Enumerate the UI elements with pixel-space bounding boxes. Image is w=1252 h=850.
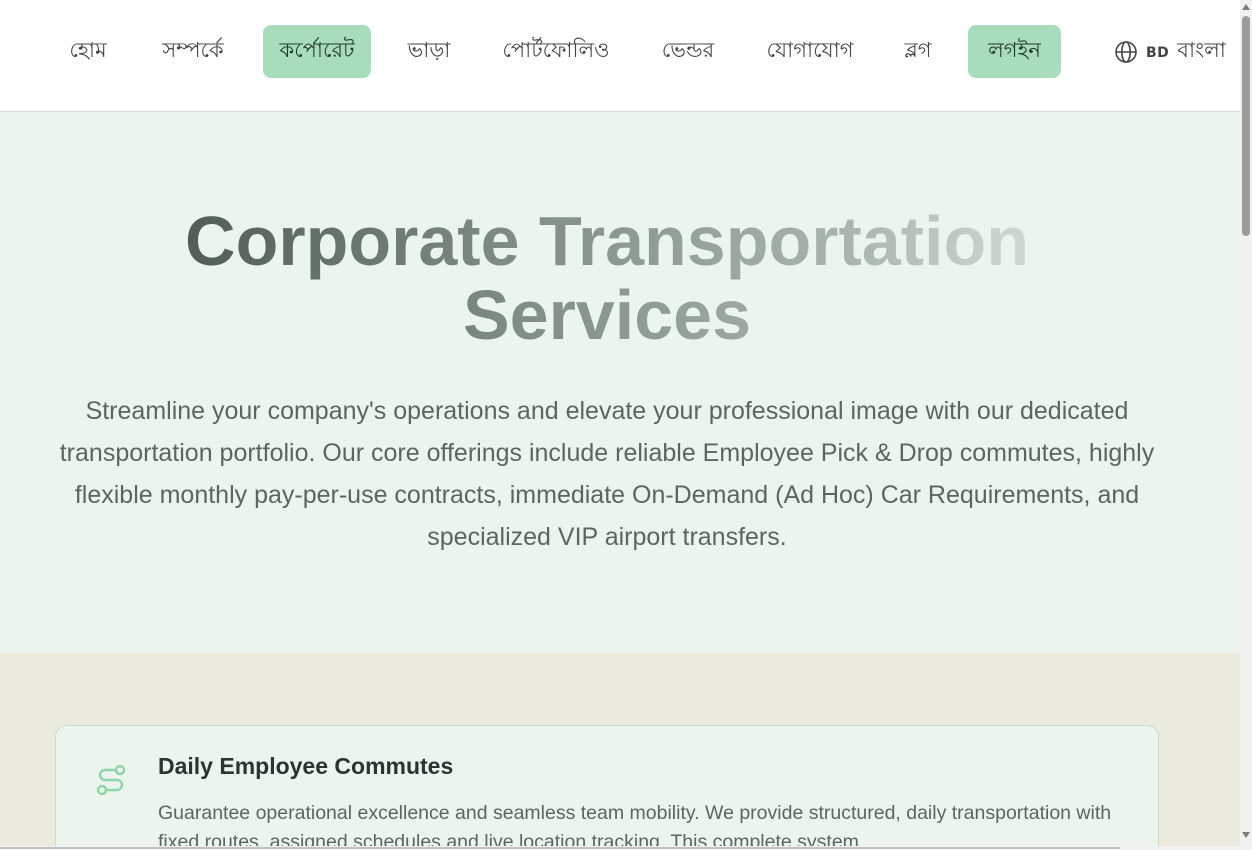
card-text: Guarantee operational excellence and sea… [158,802,1112,850]
page: হোম সম্পর্কে কর্পোরেট ভাড়া পোর্টফোলিও ভ… [0,0,1240,850]
nav-item-corporate[interactable]: কর্পোরেট [263,25,371,78]
nav-item-rent[interactable]: ভাড়া [405,25,453,78]
hero-title: Corporate Transportation Services [0,204,1214,352]
hero-section: Corporate Transportation Services Stream… [0,112,1240,653]
hero-title-line1: Corporate Transportation [185,202,1029,280]
route-icon [96,764,126,796]
globe-icon [1115,40,1137,63]
scroll-down-arrow-icon[interactable] [1242,832,1250,838]
nav-item-contact[interactable]: যোগাযোগ [763,25,857,78]
vertical-scrollbar-thumb[interactable] [1242,16,1250,236]
card-title: Daily Employee Commutes [158,753,454,779]
horizontal-scrollbar-thumb[interactable] [0,847,1120,849]
nav-item-blog[interactable]: ব্লগ [900,25,936,78]
vertical-scrollbar[interactable] [1240,0,1252,850]
service-card: Daily Employee Commutes Guarantee operat… [55,725,1159,850]
hero-title-line2: Services [462,276,752,354]
nav-item-home[interactable]: হোম [66,25,110,78]
nav-item-about[interactable]: সম্পর্কে [156,25,230,78]
login-button[interactable]: লগইন [968,25,1061,78]
nav-item-vendor[interactable]: ভেন্ডর [658,25,718,78]
language-country-code: BD [1146,45,1170,61]
nav-item-portfolio[interactable]: পোর্টফোলিও [498,25,614,78]
language-switcher[interactable]: BD বাংলা [1114,25,1226,78]
scroll-up-arrow-icon[interactable] [1242,4,1250,10]
language-label: বাংলা [1177,38,1226,62]
services-section: Daily Employee Commutes Guarantee operat… [0,653,1240,850]
top-navbar: হোম সম্পর্কে কর্পোরেট ভাড়া পোর্টফোলিও ভ… [0,0,1240,112]
hero-description: Streamline your company's operations and… [59,397,1155,551]
horizontal-scrollbar[interactable] [0,846,1240,850]
